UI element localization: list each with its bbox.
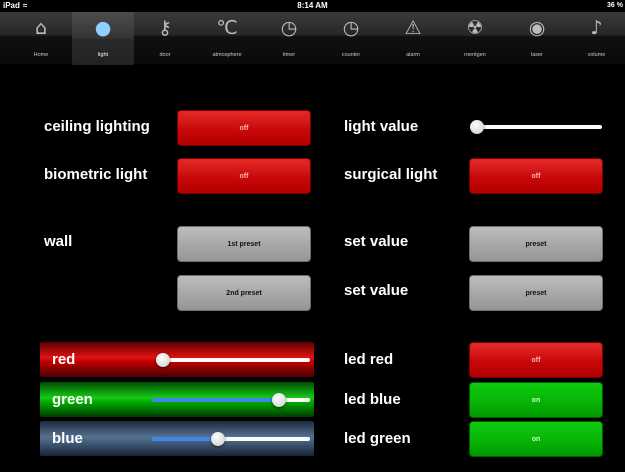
tab-label: laser — [531, 52, 543, 58]
set-value-preset-2-button[interactable]: preset — [469, 275, 603, 311]
wall-label: wall — [44, 233, 73, 250]
globe-icon: ◉ — [528, 17, 546, 39]
warning-icon: ⚠ — [404, 17, 422, 39]
wall-preset-1-button[interactable]: 1st preset — [177, 226, 311, 262]
status-bar: iPad ≈ 8:14 AM 36 % — [0, 0, 625, 12]
tab-label: door — [159, 52, 171, 58]
ceiling-lighting-label: ceiling lighting — [44, 118, 150, 135]
tab-label: Home — [33, 52, 49, 58]
slider-knob[interactable] — [470, 120, 484, 134]
slider-fill — [152, 398, 279, 402]
tab-counter[interactable]: ◷ counter — [320, 12, 382, 65]
set-value-label-2: set value — [344, 282, 409, 299]
led-red-label: led red — [344, 351, 394, 368]
led-blue-label: led blue — [344, 391, 401, 408]
stopwatch-icon: ◷ — [280, 17, 298, 39]
slider-track — [156, 358, 310, 362]
tab-label: alarm — [406, 52, 420, 58]
ceiling-lighting-toggle[interactable]: off — [177, 110, 311, 146]
slider-knob[interactable] — [211, 432, 226, 446]
green-channel-label: green — [52, 391, 93, 408]
slider-knob[interactable] — [271, 393, 286, 407]
red-channel-slider[interactable] — [156, 353, 310, 367]
tab-atmosphere[interactable]: ℃ atmosphere — [196, 12, 258, 65]
tab-light[interactable]: ● light — [72, 12, 134, 65]
biometric-light-label: biometric light — [44, 166, 148, 183]
tab-roentgen[interactable]: ☢ roentgen — [444, 12, 506, 65]
stopwatch-icon: ◷ — [342, 17, 360, 39]
tab-label: volume — [587, 52, 606, 58]
blue-channel-slider[interactable] — [152, 432, 310, 446]
led-green-toggle[interactable]: on — [469, 421, 603, 457]
surgical-light-toggle[interactable]: off — [469, 158, 603, 194]
red-channel-label: red — [52, 351, 76, 368]
tab-label: timer — [282, 52, 296, 58]
home-icon: ⌂ — [34, 17, 48, 39]
set-value-label-1: set value — [344, 233, 409, 250]
radiation-icon: ☢ — [466, 17, 484, 39]
blue-channel-label: blue — [52, 430, 83, 447]
light-value-label: light value — [344, 118, 419, 135]
tab-volume[interactable]: ♪ volume — [568, 12, 625, 65]
green-channel-slider[interactable] — [152, 393, 310, 407]
tab-alarm[interactable]: ⚠ alarm — [382, 12, 444, 65]
wall-preset-2-button[interactable]: 2nd preset — [177, 275, 311, 311]
tab-label: light — [97, 52, 109, 58]
tab-home[interactable]: ⌂ Home — [10, 12, 72, 65]
slider-track — [470, 125, 602, 129]
key-icon: ⚷ — [158, 17, 172, 39]
lightbulb-icon: ● — [94, 17, 112, 39]
music-note-icon: ♪ — [590, 17, 603, 39]
tab-label: roentgen — [464, 52, 486, 58]
tab-label: counter — [341, 52, 361, 58]
set-value-preset-1-button[interactable]: preset — [469, 226, 603, 262]
biometric-light-toggle[interactable]: off — [177, 158, 311, 194]
tab-timer[interactable]: ◷ timer — [258, 12, 320, 65]
battery-indicator: 36 % — [607, 2, 623, 9]
clock: 8:14 AM — [297, 1, 328, 10]
led-red-toggle[interactable]: off — [469, 342, 603, 378]
tab-label: atmosphere — [212, 52, 242, 58]
slider-knob[interactable] — [156, 353, 170, 367]
thermometer-icon: ℃ — [216, 17, 238, 39]
slider-fill — [152, 437, 219, 441]
tab-laser[interactable]: ◉ laser — [506, 12, 568, 65]
light-value-slider[interactable] — [470, 120, 602, 134]
tab-door[interactable]: ⚷ door — [134, 12, 196, 65]
tab-bar: ⌂ Home ● light ⚷ door ℃ atmosphere ◷ tim… — [0, 12, 625, 65]
led-blue-toggle[interactable]: on — [469, 382, 603, 418]
surgical-light-label: surgical light — [344, 166, 438, 183]
led-green-label: led green — [344, 430, 411, 447]
red-channel-bar: red — [40, 342, 314, 377]
blue-channel-bar: blue — [40, 421, 314, 456]
green-channel-bar: green — [40, 382, 314, 417]
